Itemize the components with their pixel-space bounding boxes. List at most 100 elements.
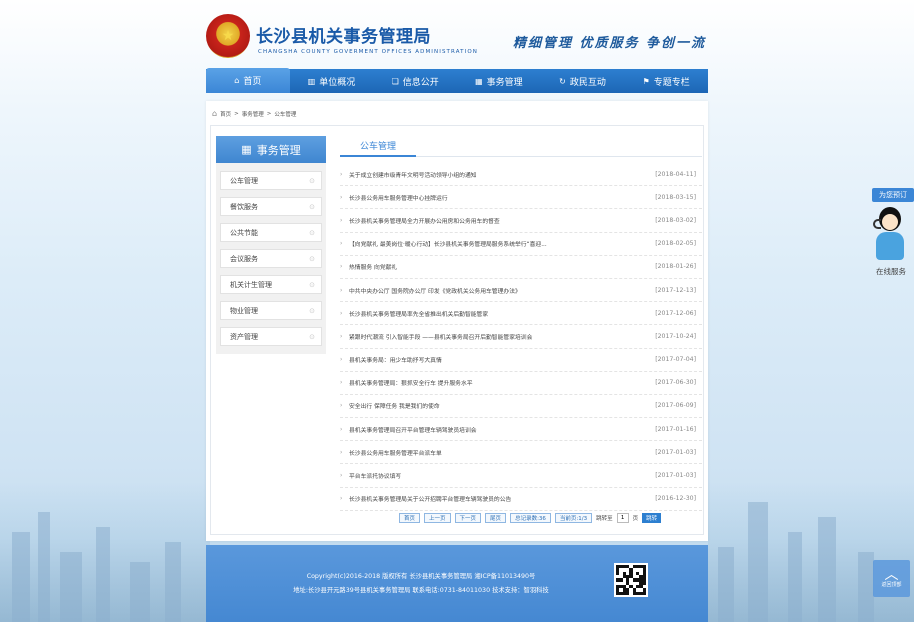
sidebar-item-vehicle[interactable]: 公车管理 ⊙ xyxy=(220,171,322,190)
article-date: [2017-07-04] xyxy=(655,356,696,364)
sidebar-item-family-planning[interactable]: 机关计生管理 ⊙ xyxy=(220,275,322,294)
circle-arrow-icon: ⊙ xyxy=(309,306,315,315)
circle-arrow-icon: ⊙ xyxy=(309,202,315,211)
content-title: 公车管理 xyxy=(340,136,417,157)
arrow-bullet-icon: › xyxy=(340,425,343,433)
chevron-up-icon: ︿ xyxy=(884,567,899,583)
sidebar-title: 事务管理 xyxy=(256,143,301,157)
article-title: 平台车派托协议填写 xyxy=(349,474,402,481)
arrow-bullet-icon: › xyxy=(340,495,343,503)
sidebar-list: 公车管理 ⊙ 餐饮服务 ⊙ 公共节能 ⊙ 会议服务 ⊙ 机关计生管理 ⊙ 物业管理 ⊙ 资产… xyxy=(216,163,326,346)
last-page-button[interactable]: 尾页 xyxy=(485,513,507,523)
article-date: [2018-04-11] xyxy=(655,170,696,178)
nav-item-label: 首页 xyxy=(243,77,262,87)
circle-arrow-icon: ⊙ xyxy=(309,228,315,237)
list-item[interactable]: › 安全出行 保障任务 我是我们的使命 [2017-06-09] xyxy=(340,395,702,419)
article-date: [2018-03-02] xyxy=(655,216,696,224)
list-item[interactable]: › 平台车派托协议填写 [2017-01-03] xyxy=(340,464,702,488)
nav-item-label: 政民互动 xyxy=(569,77,606,88)
arrow-bullet-icon: › xyxy=(340,448,343,456)
article-date: [2016-12-30] xyxy=(655,495,696,503)
article-date: [2017-06-30] xyxy=(655,379,696,387)
list-item[interactable]: › 关于成立创建市级青年文明号活动领导小组的通知 [2018-04-11] xyxy=(340,163,702,187)
article-title: 长沙县公务用车服务管理平台派车单 xyxy=(349,450,442,457)
main-nav: ⌂ 首页 ▥ 单位概况 ❏ 信息公开 ▦ 事务管理 ↻ 政民互动 ⚑ 专题专栏 xyxy=(206,68,708,93)
breadcrumb-current[interactable]: 公车管理 xyxy=(274,110,296,118)
list-item[interactable]: › 长沙县机关事务管理局关于公开招聘平台管理车辆驾驶员的公告 [2016-12-30… xyxy=(340,488,702,511)
home-icon: ⌂ xyxy=(234,76,240,85)
list-item[interactable]: › 县机关事务局：用少车助抒写大真情 [2017-07-04] xyxy=(340,349,702,372)
main-panel: ⌂ 首页 > 事务管理 > 公车管理 ▦ 事务管理 公车管理 ⊙ 餐饮服务 ⊙ 公共… xyxy=(206,101,708,541)
sidebar-item-meeting[interactable]: 会议服务 ⊙ xyxy=(220,249,322,268)
circle-arrow-icon: ⊙ xyxy=(309,280,315,289)
list-item[interactable]: › 县机关事务管理局召开平台管理车辆驾驶员培训会 [2017-01-16] xyxy=(340,418,702,442)
nav-item-overview[interactable]: ▥ 单位概况 xyxy=(290,69,374,93)
list-item[interactable]: › 县机关事务管理局：狠抓安全行车 提升服务水平 [2017-06-30] xyxy=(340,372,702,395)
reserve-button[interactable]: 为您预订 xyxy=(872,188,914,202)
article-date: [2017-12-06] xyxy=(655,309,696,317)
page-number-input[interactable] xyxy=(616,513,629,523)
footer-copyright: Copyright(c)2016-2018 版权所有 长沙县机关事务管理局 湘I… xyxy=(306,573,536,580)
article-date: [2017-06-09] xyxy=(655,402,696,410)
breadcrumb-home-link[interactable]: 首页 xyxy=(220,110,231,118)
content-area: 公车管理 › 关于成立创建市级青年文明号活动领导小组的通知 [2018-04-11]… xyxy=(340,136,702,511)
jump-button[interactable]: 跳转 xyxy=(642,513,662,523)
arrow-bullet-icon: › xyxy=(340,472,343,480)
article-title: 紧跟时代潮流 引入智能手段 ——县机关事务局召开后勤智能管家培训会 xyxy=(349,334,533,341)
list-item[interactable]: › 【向党献礼 最美岗位·暖心行动】长沙县机关事务管理局服务系统举行“喜迎... [… xyxy=(340,233,702,256)
page-unit-label: 页 xyxy=(632,516,639,522)
site-header: ★ 长沙县机关事务管理局 CHANGSHA COUNTY GOVERMENT O… xyxy=(206,10,708,68)
sidebar-item-energy[interactable]: 公共节能 ⊙ xyxy=(220,223,322,242)
nav-item-interaction[interactable]: ↻ 政民互动 xyxy=(541,69,625,93)
refresh-icon: ↻ xyxy=(559,76,566,86)
list-item[interactable]: › 热情服务 向党献礼 [2018-01-26] xyxy=(340,256,702,279)
sidebar-header: ▦ 事务管理 xyxy=(216,136,326,163)
article-date: [2018-02-05] xyxy=(655,240,696,248)
background-city-left xyxy=(0,482,210,622)
sidebar-item-assets[interactable]: 资产管理 ⊙ xyxy=(220,327,322,346)
sidebar-item-label: 餐饮服务 xyxy=(230,202,258,211)
list-item[interactable]: › 长沙县机关事务管理局率先全省推出机关后勤智能管家 [2017-12-06] xyxy=(340,302,702,326)
nav-item-label: 单位概况 xyxy=(319,77,356,88)
background-city-right xyxy=(708,482,914,622)
first-page-button[interactable]: 首页 xyxy=(399,513,421,523)
sidebar-item-label: 公共节能 xyxy=(230,228,258,237)
back-to-top-button[interactable]: ︿ 返回顶部 xyxy=(873,560,910,597)
grid-icon: ▦ xyxy=(241,143,252,156)
list-item[interactable]: › 长沙县机关事务管理局全力开展办公用房和公务用车的督查 [2018-03-02] xyxy=(340,209,702,233)
breadcrumb-affairs-link[interactable]: 事务管理 xyxy=(242,110,264,118)
sidebar-item-catering[interactable]: 餐饮服务 ⊙ xyxy=(220,197,322,216)
customer-service-avatar-icon[interactable] xyxy=(871,205,911,263)
article-date: [2018-01-26] xyxy=(655,263,696,271)
list-item[interactable]: › 中共中央办公厅 国务院办公厅 印发《党政机关公务用车管理办法》 [2017-12… xyxy=(340,279,702,303)
article-list: › 关于成立创建市级青年文明号活动领导小组的通知 [2018-04-11] › 长沙县… xyxy=(340,163,702,511)
circle-arrow-icon: ⊙ xyxy=(309,254,315,263)
sidebar-item-property[interactable]: 物业管理 ⊙ xyxy=(220,301,322,320)
sidebar: ▦ 事务管理 公车管理 ⊙ 餐饮服务 ⊙ 公共节能 ⊙ 会议服务 ⊙ 机关计生管理 ⊙ 物… xyxy=(216,136,326,354)
arrow-bullet-icon: › xyxy=(340,286,343,294)
site-title: 长沙县机关事务管理局 xyxy=(256,27,431,47)
next-page-button[interactable]: 下一页 xyxy=(454,513,482,523)
list-item[interactable]: › 长沙县公务用车服务管理平台派车单 [2017-01-03] xyxy=(340,441,702,465)
nav-item-home[interactable]: ⌂ 首页 xyxy=(206,68,290,93)
arrow-bullet-icon: › xyxy=(340,216,343,224)
arrow-bullet-icon: › xyxy=(340,332,343,340)
list-item[interactable]: › 长沙县公务用车服务管理中心挂牌运行 [2018-03-15] xyxy=(340,186,702,210)
prev-page-button[interactable]: 上一页 xyxy=(424,513,451,523)
nav-item-disclosure[interactable]: ❏ 信息公开 xyxy=(373,69,457,93)
breadcrumb: ⌂ 首页 > 事务管理 > 公车管理 xyxy=(212,109,296,118)
arrow-bullet-icon: › xyxy=(340,379,343,387)
article-date: [2017-01-16] xyxy=(655,425,696,433)
nav-item-topics[interactable]: ⚑ 专题专栏 xyxy=(624,69,708,93)
arrow-bullet-icon: › xyxy=(340,193,343,201)
sidebar-item-label: 资产管理 xyxy=(230,332,258,341)
article-title: 【向党献礼 最美岗位·暖心行动】长沙县机关事务管理局服务系统举行“喜迎... xyxy=(349,242,547,249)
nav-item-label: 专题专栏 xyxy=(653,77,690,88)
nav-item-affairs[interactable]: ▦ 事务管理 xyxy=(457,69,541,93)
site-slogan: 精细管理 优质服务 争创一流 xyxy=(512,36,706,51)
online-service-label[interactable]: 在线服务 xyxy=(872,266,910,277)
arrow-bullet-icon: › xyxy=(340,309,343,317)
arrow-bullet-icon: › xyxy=(340,356,343,364)
list-item[interactable]: › 紧跟时代潮流 引入智能手段 ——县机关事务局召开后勤智能管家培训会 [2017-… xyxy=(340,325,702,349)
book-icon: ❏ xyxy=(391,76,399,86)
